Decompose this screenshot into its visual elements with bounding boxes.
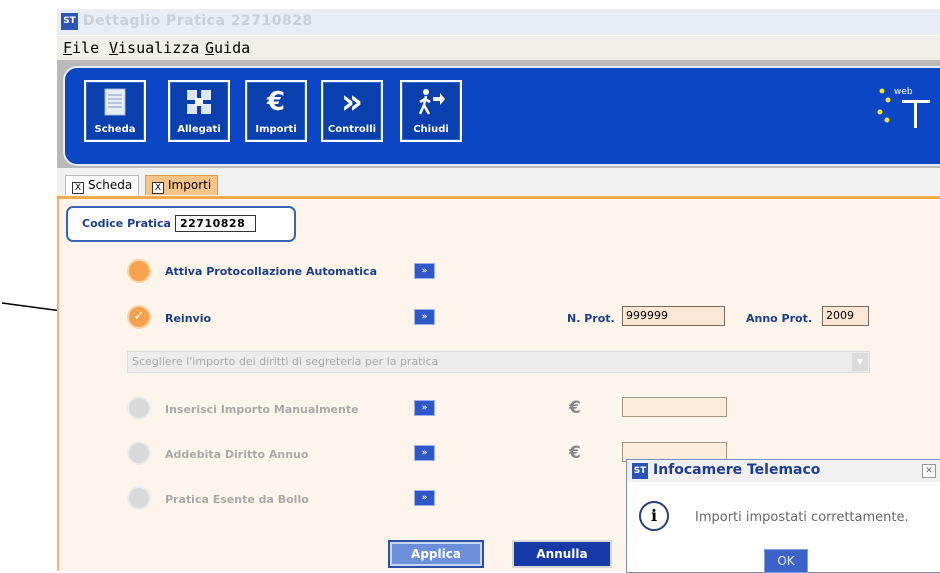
toolbar-importi-button[interactable]: € Importi [245,80,307,142]
info-icon: i [639,501,669,531]
diritto-annuo-label: Addebita Diritto Annuo [165,448,309,461]
importo-manuale-detail-button[interactable]: » [414,400,435,416]
radio-esente-bollo[interactable] [129,488,149,508]
diritti-segreteria-select[interactable]: Scegliere l'importo dei diritti di segre… [127,351,870,373]
app-icon: ST [632,463,648,479]
euro-icon: € [266,87,286,117]
euro-icon: € [569,443,581,463]
toolbar-chiudi-label: Chiudi [413,124,449,135]
tab-scheda-label: Scheda [88,178,133,192]
annulla-button[interactable]: Annulla [512,540,612,568]
menu-visualizza[interactable]: Visualizza [109,39,199,57]
exit-icon [402,86,460,118]
close-icon[interactable]: X [152,182,164,194]
tab-importi[interactable]: X Importi [145,175,219,195]
radio-reinvio[interactable]: ✓ [129,307,149,327]
window-control-icon[interactable] [928,11,938,31]
toolbar-importi-label: Importi [255,124,297,135]
esente-bollo-detail-button[interactable]: » [414,490,435,506]
document-icon [86,86,144,118]
toolbar-scheda-label: Scheda [94,124,136,135]
menu-bar: File Visualizza Guida [57,36,940,60]
importo-manuale-input[interactable] [622,397,727,417]
dialog-title: Infocamere Telemaco [653,462,821,478]
toolbar-allegati-button[interactable]: Allegati [168,80,230,142]
radio-importo-manuale[interactable] [129,398,149,418]
codice-pratica-box: Codice Pratica 22710828 [66,206,296,242]
toolbar-chiudi-button[interactable]: Chiudi [400,80,462,142]
n-prot-input[interactable]: 999999 [622,306,725,326]
anno-prot-label: Anno Prot. [746,312,813,325]
app-icon: ST [61,13,78,30]
svg-text:web: web [894,87,913,97]
protocollazione-detail-button[interactable]: » [414,263,435,279]
dialog-message: Importi impostati correttamente. [695,510,909,525]
tab-scheda[interactable]: X Scheda [65,175,140,195]
protocollazione-automatica-label: Attiva Protocollazione Automatica [165,265,377,278]
reinvio-detail-button[interactable]: » [414,309,435,325]
toolbar-controlli-button[interactable]: » Controlli [321,80,383,142]
tab-bar: X Scheda X Importi [57,168,940,199]
web-t-logo: web [876,80,936,140]
menu-file[interactable]: File [63,39,99,57]
message-dialog: ST Infocamere Telemaco ✕ i Importi impos… [626,459,940,573]
tab-importi-label: Importi [168,178,212,192]
dialog-title-bar: ST Infocamere Telemaco ✕ [627,460,940,482]
codice-pratica-label: Codice Pratica [82,217,171,230]
diritti-segreteria-placeholder: Scegliere l'importo dei diritti di segre… [132,355,439,368]
attachments-icon [170,86,228,118]
radio-protocollazione-automatica[interactable] [129,261,149,281]
reinvio-label: Reinvio [165,312,212,325]
window-title: Dettaglio Pratica 22710828 [83,13,313,29]
ok-button[interactable]: OK [764,549,808,573]
n-prot-label: N. Prot. [567,312,615,325]
euro-icon: € [569,398,581,418]
radio-diritto-annuo[interactable] [129,443,149,463]
toolbar: Scheda Allegati € Importi » Controlli Ch… [57,60,940,168]
toolbar-scheda-button[interactable]: Scheda [84,80,146,142]
forward-icon: » [341,82,363,122]
close-icon[interactable]: ✕ [922,464,936,478]
close-icon[interactable]: X [72,182,84,194]
applica-button[interactable]: Applica [388,540,484,568]
codice-pratica-field[interactable]: 22710828 [175,215,256,232]
toolbar-allegati-label: Allegati [177,124,221,135]
importo-manuale-label: Inserisci Importo Manualmente [165,403,359,416]
chevron-down-icon[interactable]: ▼ [852,353,868,371]
toolbar-controlli-label: Controlli [327,124,377,135]
diritto-annuo-detail-button[interactable]: » [414,445,435,461]
anno-prot-input[interactable]: 2009 [822,306,869,326]
menu-guida[interactable]: Guida [205,39,250,57]
title-bar: ST Dettaglio Pratica 22710828 [57,9,940,35]
esente-bollo-label: Pratica Esente da Bollo [165,493,309,506]
